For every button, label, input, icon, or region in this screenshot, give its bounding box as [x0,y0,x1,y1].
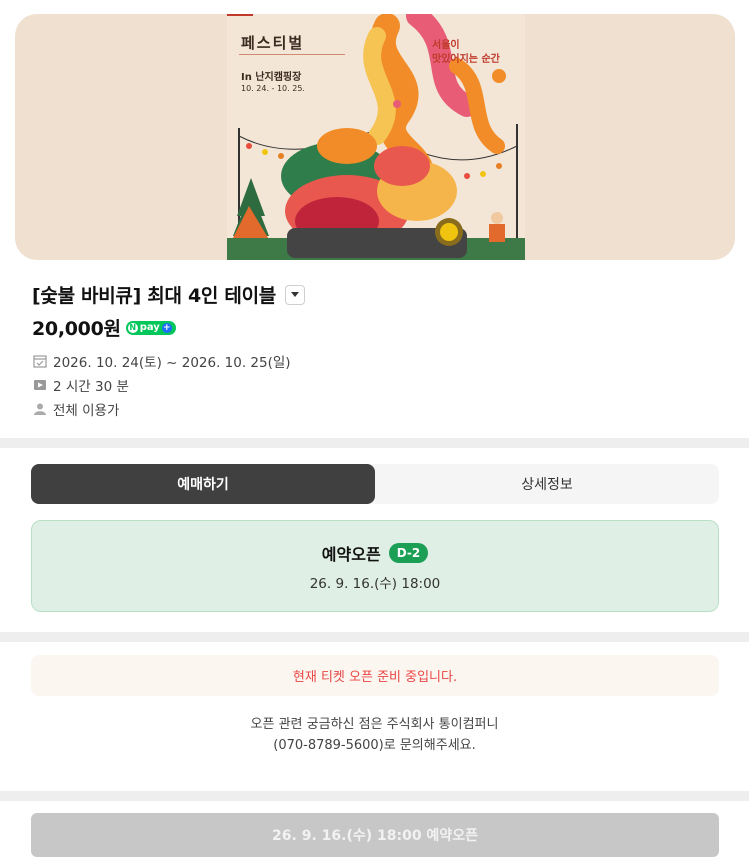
section-divider [0,791,749,801]
event-date-row: 2026. 10. 24(토) ~ 2026. 10. 25(일) [32,351,291,371]
caret-down-icon [290,291,299,297]
dday-badge: D-2 [388,543,429,563]
play-icon [32,378,47,393]
detail-tabs: 예매하기 상세정보 [31,464,719,504]
poster-dates: 10. 24. - 10. 25. [241,84,305,93]
person-icon [32,402,47,417]
plus-icon: + [161,322,172,333]
reservation-open-datetime: 26. 9. 16.(수) 18:00 [309,576,441,592]
running-time: 2 시간 30 분 [53,379,129,395]
calendar-icon [32,354,47,369]
npay-badge: N pay + [125,320,176,335]
duration-row: 2 시간 30 분 [32,375,129,395]
contact-line-1: 오픈 관련 궁금하신 점은 주식회사 통이컴퍼니 [250,717,499,732]
reservation-title: 예약오픈 [321,545,381,564]
section-divider [0,632,749,642]
tab-booking[interactable]: 예매하기 [31,464,375,504]
event-poster-banner: 페스티벌 In 난지캠핑장 10. 24. - 10. 25. 서울이 맛있어지… [15,14,735,260]
reservation-open-card: 예약오픈 D-2 26. 9. 16.(수) 18:00 [31,520,719,612]
poster-title-line: 페스티벌 [241,34,305,52]
age-rating: 전체 이용가 [53,403,120,419]
age-rating-row: 전체 이용가 [32,399,119,419]
tab-details[interactable]: 상세정보 [375,464,719,504]
reservation-open-button[interactable]: 26. 9. 16.(수) 18:00 예약오픈 [31,813,719,857]
ticket-notice: 현재 티켓 오픈 준비 중입니다. [31,655,719,696]
product-title-row: [숯불 바비큐] 최대 4인 테이블 [32,281,305,308]
reservation-title-row: 예약오픈 D-2 [32,541,718,565]
section-divider [0,438,749,448]
npay-label: pay [139,322,160,333]
poster-venue: In 난지캠핑장 [241,72,302,83]
poster-tagline-line1: 서울이 [432,40,460,51]
event-date-range: 2026. 10. 24(토) ~ 2026. 10. 25(일) [53,355,291,371]
title-expand-toggle[interactable] [284,284,305,305]
event-poster-image: 페스티벌 In 난지캠핑장 10. 24. - 10. 25. 서울이 맛있어지… [227,14,525,260]
naver-n-icon: N [127,322,138,333]
product-price: 20,000원 [32,318,121,340]
price-row: 20,000원 N pay + [32,314,176,341]
poster-divider [239,54,345,55]
contact-line-2: (070-8789-5600)로 문의해주세요. [273,738,476,753]
product-title: [숯불 바비큐] 최대 4인 테이블 [32,285,276,307]
poster-tagline-line2: 맛있어지는 순간 [432,54,500,65]
